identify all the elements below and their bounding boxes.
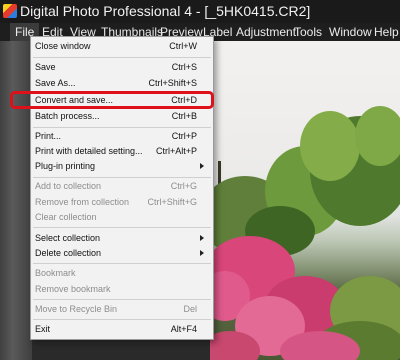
menu-item-select-collection[interactable]: Select collection xyxy=(31,231,213,246)
menu-item-remove-from-collection[interactable]: Remove from collection Ctrl+Shift+G xyxy=(31,195,213,210)
menu-separator xyxy=(33,127,211,128)
title-bar: Digital Photo Professional 4 - [_5HK0415… xyxy=(0,0,400,23)
menu-item-label: Save As... xyxy=(35,78,76,88)
menu-tools[interactable]: Tools xyxy=(294,23,322,41)
menu-help[interactable]: Help xyxy=(374,23,399,41)
menu-separator xyxy=(33,263,211,264)
menu-item-label: Clear collection xyxy=(35,212,97,222)
menu-separator xyxy=(33,227,211,228)
menu-item-plugin-printing[interactable]: Plug-in printing xyxy=(31,159,213,174)
menu-item-shortcut: Del xyxy=(183,304,197,314)
submenu-arrow-icon xyxy=(200,235,204,241)
menu-item-label: Select collection xyxy=(35,233,101,243)
left-panel-edge xyxy=(0,41,32,360)
menu-item-shortcut: Ctrl+G xyxy=(170,181,197,191)
menu-separator xyxy=(33,177,211,178)
menu-item-shortcut: Ctrl+Shift+G xyxy=(147,197,197,207)
submenu-arrow-icon xyxy=(200,163,204,169)
menu-item-label: Exit xyxy=(35,324,51,334)
menu-item-label: Move to Recycle Bin xyxy=(35,304,118,314)
menu-item-label: Save xyxy=(35,62,56,72)
menu-item-shortcut: Ctrl+S xyxy=(171,62,197,72)
menu-item-shortcut: Ctrl+Alt+P xyxy=(155,146,197,156)
menu-item-clear-collection[interactable]: Clear collection xyxy=(31,210,213,225)
submenu-arrow-icon xyxy=(200,250,204,256)
menu-item-delete-collection[interactable]: Delete collection xyxy=(31,246,213,261)
menu-item-save-as[interactable]: Save As... Ctrl+Shift+S xyxy=(31,76,213,91)
menu-item-label: Delete collection xyxy=(35,248,102,258)
menu-adjustment[interactable]: Adjustment xyxy=(236,23,296,41)
menu-item-batch-process[interactable]: Batch process... Ctrl+B xyxy=(31,109,213,124)
menu-item-print-detailed[interactable]: Print with detailed setting... Ctrl+Alt+… xyxy=(31,144,213,159)
menu-item-label: Close window xyxy=(35,41,91,51)
menu-item-label: Add to collection xyxy=(35,181,102,191)
menu-item-close-window[interactable]: Close window Ctrl+W xyxy=(31,39,213,54)
highlight-box-convert-and-save xyxy=(10,91,214,109)
menu-separator xyxy=(33,299,211,300)
menu-item-label: Print... xyxy=(35,131,62,141)
menu-item-add-to-collection[interactable]: Add to collection Ctrl+G xyxy=(31,179,213,194)
preview-image xyxy=(210,41,400,360)
menu-separator xyxy=(33,57,211,58)
menu-item-move-to-recycle-bin[interactable]: Move to Recycle Bin Del xyxy=(31,302,213,317)
menu-item-remove-bookmark[interactable]: Remove bookmark xyxy=(31,282,213,297)
menu-item-label: Remove bookmark xyxy=(35,284,111,294)
menu-item-label: Plug-in printing xyxy=(35,161,96,171)
menu-item-exit[interactable]: Exit Alt+F4 xyxy=(31,322,213,337)
menu-item-shortcut: Ctrl+W xyxy=(169,41,197,51)
window-title: Digital Photo Professional 4 - [_5HK0415… xyxy=(20,3,311,19)
menu-item-print[interactable]: Print... Ctrl+P xyxy=(31,129,213,144)
menu-item-bookmark[interactable]: Bookmark xyxy=(31,266,213,281)
menu-item-shortcut: Ctrl+P xyxy=(171,131,197,141)
menu-item-label: Bookmark xyxy=(35,268,76,278)
menu-window[interactable]: Window xyxy=(329,23,372,41)
menu-separator xyxy=(33,319,211,320)
garden-photo xyxy=(210,106,400,360)
file-menu-dropdown: Close window Ctrl+W Save Ctrl+S Save As.… xyxy=(30,36,214,340)
menu-item-save[interactable]: Save Ctrl+S xyxy=(31,60,213,75)
menu-item-shortcut: Ctrl+Shift+S xyxy=(148,78,197,88)
menu-item-label: Print with detailed setting... xyxy=(35,146,143,156)
menu-item-label: Batch process... xyxy=(35,111,100,121)
menu-item-shortcut: Alt+F4 xyxy=(170,324,197,334)
menu-item-shortcut: Ctrl+B xyxy=(171,111,197,121)
menu-item-label: Remove from collection xyxy=(35,197,130,207)
app-icon xyxy=(3,4,17,18)
